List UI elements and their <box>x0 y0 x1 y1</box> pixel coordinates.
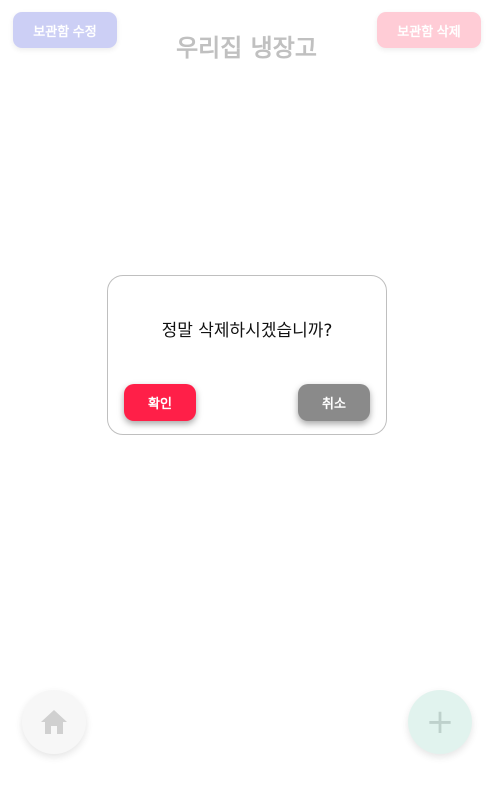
delete-storage-button[interactable]: 보관함 삭제 <box>377 12 481 48</box>
add-button[interactable]: + <box>408 690 472 754</box>
confirm-button[interactable]: 확인 <box>124 384 196 421</box>
confirm-dialog: 정말 삭제하시겠습니까? 확인 취소 <box>107 275 387 435</box>
plus-icon: + <box>425 702 455 742</box>
page: 보관함 수정 우리집 냉장고 보관함 삭제 아래의 하세요. + 정말 삭제하시… <box>0 0 493 786</box>
home-icon <box>41 710 67 734</box>
home-button[interactable] <box>22 690 86 754</box>
cancel-button[interactable]: 취소 <box>298 384 370 421</box>
dialog-message: 정말 삭제하시겠습니까? <box>161 321 333 341</box>
